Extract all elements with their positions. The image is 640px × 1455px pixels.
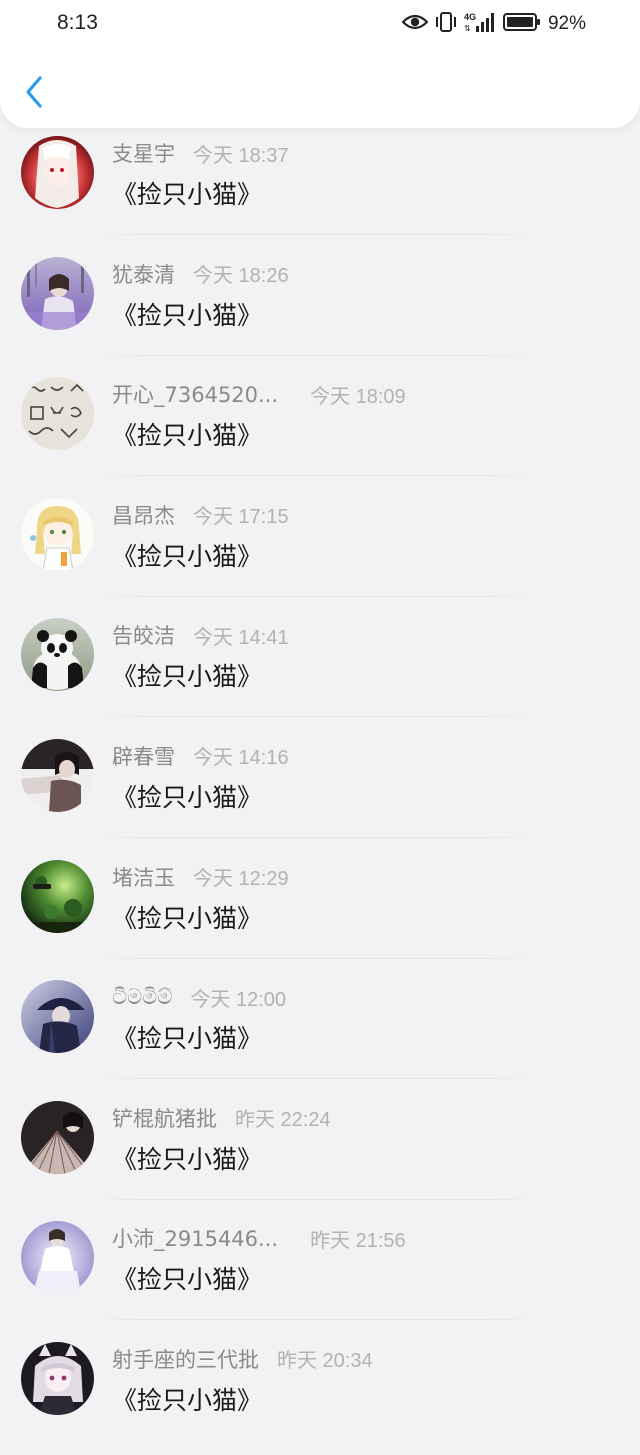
list-item[interactable]: 昌昂杰 今天 17:15 《捡只小猫》: [0, 490, 640, 611]
avatar[interactable]: [21, 1341, 94, 1415]
list-item[interactable]: 铲棍航猪批 昨天 22:24 《捡只小猫》: [0, 1093, 640, 1214]
list-item[interactable]: 犹泰清 今天 18:26 《捡只小猫》: [0, 249, 640, 370]
list-item[interactable]: 小沛_2915446... 昨天 21:56 《捡只小猫》: [0, 1213, 640, 1334]
user-name[interactable]: 辟春雪: [112, 741, 175, 771]
list-item[interactable]: 告皎洁 今天 14:41 《捡只小猫》: [0, 610, 640, 731]
name-line: 射手座的三代批 昨天 20:34: [112, 1345, 373, 1373]
comment-text: 《捡只小猫》: [112, 1024, 263, 1054]
comment-time: 昨天 22:24: [235, 1109, 331, 1132]
user-name[interactable]: 告皎洁: [112, 620, 175, 650]
user-name[interactable]: ටිමමිම්: [112, 985, 172, 1010]
status-icons: 4G ⇅ 92%: [401, 11, 586, 37]
avatar[interactable]: [21, 738, 94, 812]
name-line: 犹泰清 今天 18:26: [112, 260, 289, 288]
avatar[interactable]: [21, 859, 94, 933]
avatar[interactable]: [21, 377, 94, 451]
avatar[interactable]: [21, 256, 94, 330]
divider: [90, 475, 540, 477]
name-line: 铲棍航猪批 昨天 22:24: [112, 1104, 331, 1132]
comment-text: 《捡只小猫》: [112, 421, 263, 451]
list-item[interactable]: 堵洁玉 今天 12:29 《捡只小猫》: [0, 852, 640, 973]
battery-icon: [502, 12, 541, 36]
comment-text: 《捡只小猫》: [112, 180, 263, 209]
user-name[interactable]: 小沛_2915446...: [112, 1223, 278, 1253]
comment-time: 今天 17:15: [193, 506, 289, 529]
divider: [90, 716, 540, 718]
list-item[interactable]: 射手座的三代批 昨天 20:34 《捡只小猫》: [0, 1334, 640, 1455]
divider: [90, 957, 540, 959]
name-line: 告皎洁 今天 14:41: [112, 621, 289, 649]
divider: [90, 836, 540, 838]
battery-level: 92%: [547, 13, 586, 34]
comment-text: 《捡只小猫》: [112, 300, 263, 330]
name-line: 昌昂杰 今天 17:15: [112, 501, 289, 529]
comment-time: 昨天 21:56: [310, 1229, 406, 1252]
comment-time: 今天 14:16: [193, 747, 289, 770]
name-line: 辟春雪 今天 14:16: [112, 742, 289, 770]
user-name[interactable]: 堵洁玉: [112, 862, 175, 892]
divider: [90, 1198, 540, 1200]
divider: [90, 1319, 540, 1321]
status-bar: 8:13 4G ⇅ 92%: [0, 0, 640, 50]
list-item[interactable]: 支星宇 今天 18:37 《捡只小猫》: [0, 128, 640, 249]
list-item[interactable]: 辟春雪 今天 14:16 《捡只小猫》: [0, 731, 640, 852]
comment-time: 今天 18:26: [193, 265, 289, 288]
comment-time: 今天 12:29: [193, 868, 289, 891]
comment-text: 《捡只小猫》: [112, 1385, 263, 1415]
comment-time: 今天 14:41: [193, 626, 289, 649]
avatar[interactable]: [21, 497, 94, 571]
comment-time: 昨天 20:34: [277, 1350, 373, 1373]
vibrate-icon: [435, 11, 457, 37]
svg-text:4G: 4G: [464, 12, 476, 22]
signal-4g-icon: 4G ⇅: [464, 11, 496, 37]
comment-time: 今天 12:00: [190, 988, 287, 1011]
back-button[interactable]: [18, 74, 50, 110]
svg-text:⇅: ⇅: [464, 24, 471, 33]
comment-text: 《捡只小猫》: [112, 782, 263, 812]
avatar[interactable]: [21, 1221, 94, 1295]
comment-time: 今天 18:37: [193, 144, 289, 167]
divider: [90, 234, 540, 235]
user-name[interactable]: 射手座的三代批: [112, 1344, 259, 1374]
avatar[interactable]: [21, 136, 94, 209]
comment-text: 《捡只小猫》: [112, 541, 263, 571]
eye-icon: [401, 13, 429, 35]
comment-list: 支星宇 今天 18:37 《捡只小猫》 犹泰清 今天 18:26 《捡只小猫》: [0, 128, 640, 1455]
nav-bar: [0, 50, 640, 128]
list-item[interactable]: ටිමමිම් 今天 12:00 《捡只小猫》: [0, 972, 640, 1093]
avatar[interactable]: [21, 618, 94, 692]
name-line: ටිමමිම් 今天 12:00: [112, 983, 286, 1011]
user-name[interactable]: 昌昂杰: [112, 500, 175, 530]
divider: [90, 1078, 540, 1080]
name-line: 小沛_2915446... 昨天 21:56: [112, 1224, 406, 1252]
name-line: 支星宇 今天 18:37: [112, 139, 289, 167]
user-name[interactable]: 铲棍航猪批: [112, 1103, 217, 1133]
comment-text: 《捡只小猫》: [112, 1144, 263, 1174]
avatar[interactable]: [21, 1100, 94, 1174]
name-line: 堵洁玉 今天 12:29: [112, 863, 289, 891]
list-item[interactable]: 开心_7364520... 今天 18:09 《捡只小猫》: [0, 369, 640, 490]
status-time: 8:13: [57, 11, 98, 34]
divider: [90, 354, 540, 356]
comment-time: 今天 18:09: [310, 385, 406, 408]
comment-text: 《捡只小猫》: [112, 903, 263, 933]
user-name[interactable]: 犹泰清: [112, 259, 175, 289]
user-name[interactable]: 支星宇: [112, 138, 175, 168]
user-name[interactable]: 开心_7364520...: [112, 379, 278, 409]
avatar[interactable]: [21, 980, 94, 1054]
comment-text: 《捡只小猫》: [112, 1265, 263, 1295]
divider: [90, 595, 540, 597]
comment-text: 《捡只小猫》: [112, 662, 263, 692]
name-line: 开心_7364520... 今天 18:09: [112, 380, 406, 408]
chevron-left-icon: [26, 76, 42, 108]
